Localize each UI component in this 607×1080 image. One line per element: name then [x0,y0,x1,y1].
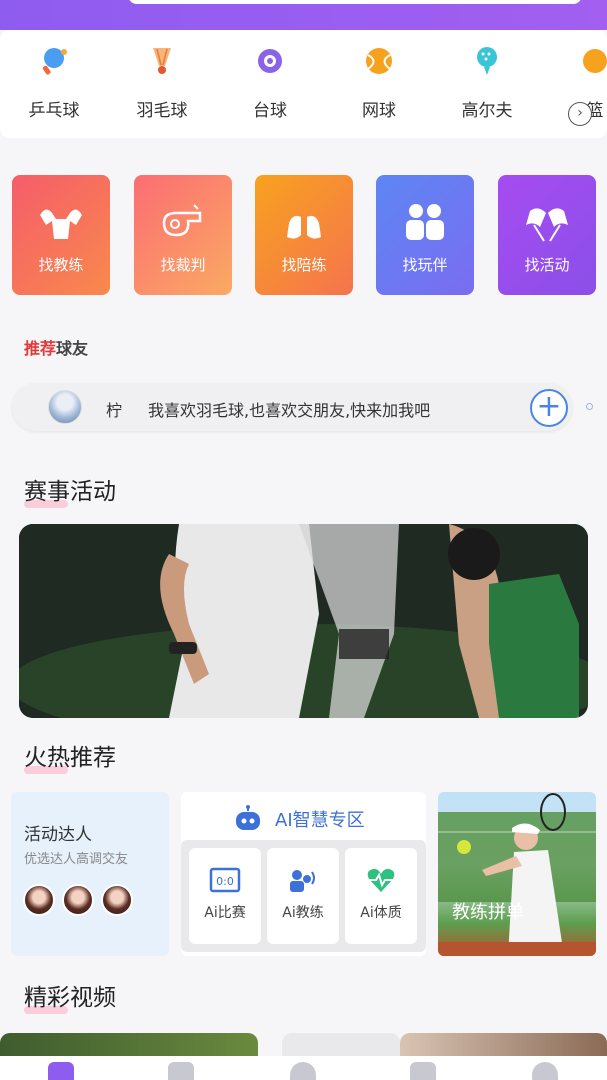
bottom-tab-bar [0,1056,607,1080]
ai-item-label: Ai体质 [360,905,402,921]
section-title-events: 赛事活动 [24,472,116,508]
coach-voice-icon [290,870,315,892]
sport-label: 羽毛球 [136,101,188,121]
recommend-friend-item[interactable]: 柠 我喜欢羽毛球,也喜欢交朋友,快来加我吧 + [12,383,572,431]
avatar [62,884,94,916]
golf-icon [472,46,502,76]
card-label: 找活动 [524,256,570,274]
find-activity-card[interactable]: 找活动 [498,175,596,295]
card-label: 找教练 [38,256,84,274]
carousel-indicator [586,403,593,410]
sport-label: 网球 [362,101,396,121]
find-coach-card[interactable]: 找教练 [12,175,110,295]
scoreboard-icon: 0:0 [209,867,241,893]
find-partner-card[interactable]: 找陪练 [255,175,353,295]
profile-icon[interactable] [532,1062,558,1080]
top-header-bar [0,0,607,30]
message-icon[interactable] [410,1062,436,1080]
ai-item-label: Ai教练 [282,905,324,921]
coach-group-label: 教练拼单 [452,902,524,923]
tennis-player-photo [438,793,596,956]
avatar [23,884,55,916]
athletes-photo [19,524,588,718]
talent-subtitle: 优选达人高调交友 [24,852,129,867]
muscle-icon [40,209,82,239]
publish-icon[interactable] [290,1062,316,1080]
badminton-icon [147,46,177,76]
sports-category-row: 乒乓球 羽毛球 台球 网球 高尔夫 篮 › [0,30,607,138]
recommend-friends-title: 推荐球友 [24,339,89,358]
robot-icon [236,805,260,830]
sport-item-ping-pong[interactable]: 乒乓球 [4,46,104,121]
ai-fitness-button[interactable]: Ai体质 [345,848,417,944]
avatar[interactable] [48,390,82,424]
card-label: 找陪练 [281,256,327,274]
friend-name: 柠 [106,401,123,420]
search-bar[interactable] [128,0,582,4]
ai-zone-card: AI智慧专区 0:0 Ai比赛 Ai教练 Ai体质 [181,792,426,956]
sport-label: 乒乓球 [28,101,80,121]
coach-group-card[interactable]: 教练拼单 [438,792,596,956]
add-friend-button[interactable]: + [530,389,568,427]
basketball-icon [580,46,607,76]
tennis-icon [364,46,394,76]
ai-match-button[interactable]: 0:0 Ai比赛 [189,848,261,944]
ai-items: 0:0 Ai比赛 Ai教练 Ai体质 [181,840,426,952]
billiards-icon [255,46,285,76]
find-referee-card[interactable]: 找裁判 [134,175,232,295]
whistle-icon [162,204,202,237]
people-icon [406,204,444,240]
talent-title: 活动达人 [24,825,92,845]
ping-pong-icon [39,46,69,76]
svg-text:0:0: 0:0 [216,875,234,888]
ai-zone-title: AI智慧专区 [275,810,365,831]
sport-item-badminton[interactable]: 羽毛球 [112,46,212,121]
section-title-videos: 精彩视频 [24,978,116,1014]
event-banner-image[interactable] [19,524,588,718]
card-label: 找裁判 [160,256,206,274]
card-label: 找玩伴 [402,256,448,274]
activity-talent-card[interactable]: 活动达人 优选达人高调交友 [11,792,169,956]
sport-item-billiards[interactable]: 台球 [220,46,320,121]
sport-item-golf[interactable]: 高尔夫 [437,46,537,121]
sport-label: 台球 [253,101,287,121]
flags-icon [526,208,568,242]
activity-icon[interactable] [168,1062,194,1080]
home-icon[interactable] [48,1062,74,1080]
lungs-icon [287,205,321,239]
section-title-hot: 火热推荐 [24,738,116,774]
avatar [101,884,133,916]
ai-coach-button[interactable]: Ai教练 [267,848,339,944]
find-cards-row: 找教练 找裁判 找陪练 找玩伴 找活动 [0,170,607,300]
sport-item-tennis[interactable]: 网球 [329,46,429,121]
heartbeat-icon [367,868,395,892]
friend-message: 我喜欢羽毛球,也喜欢交朋友,快来加我吧 [148,401,431,420]
sport-label: 高尔夫 [461,101,513,121]
find-playmate-card[interactable]: 找玩伴 [376,175,474,295]
ai-item-label: Ai比赛 [204,905,246,921]
chevron-right-icon[interactable]: › [568,102,592,126]
